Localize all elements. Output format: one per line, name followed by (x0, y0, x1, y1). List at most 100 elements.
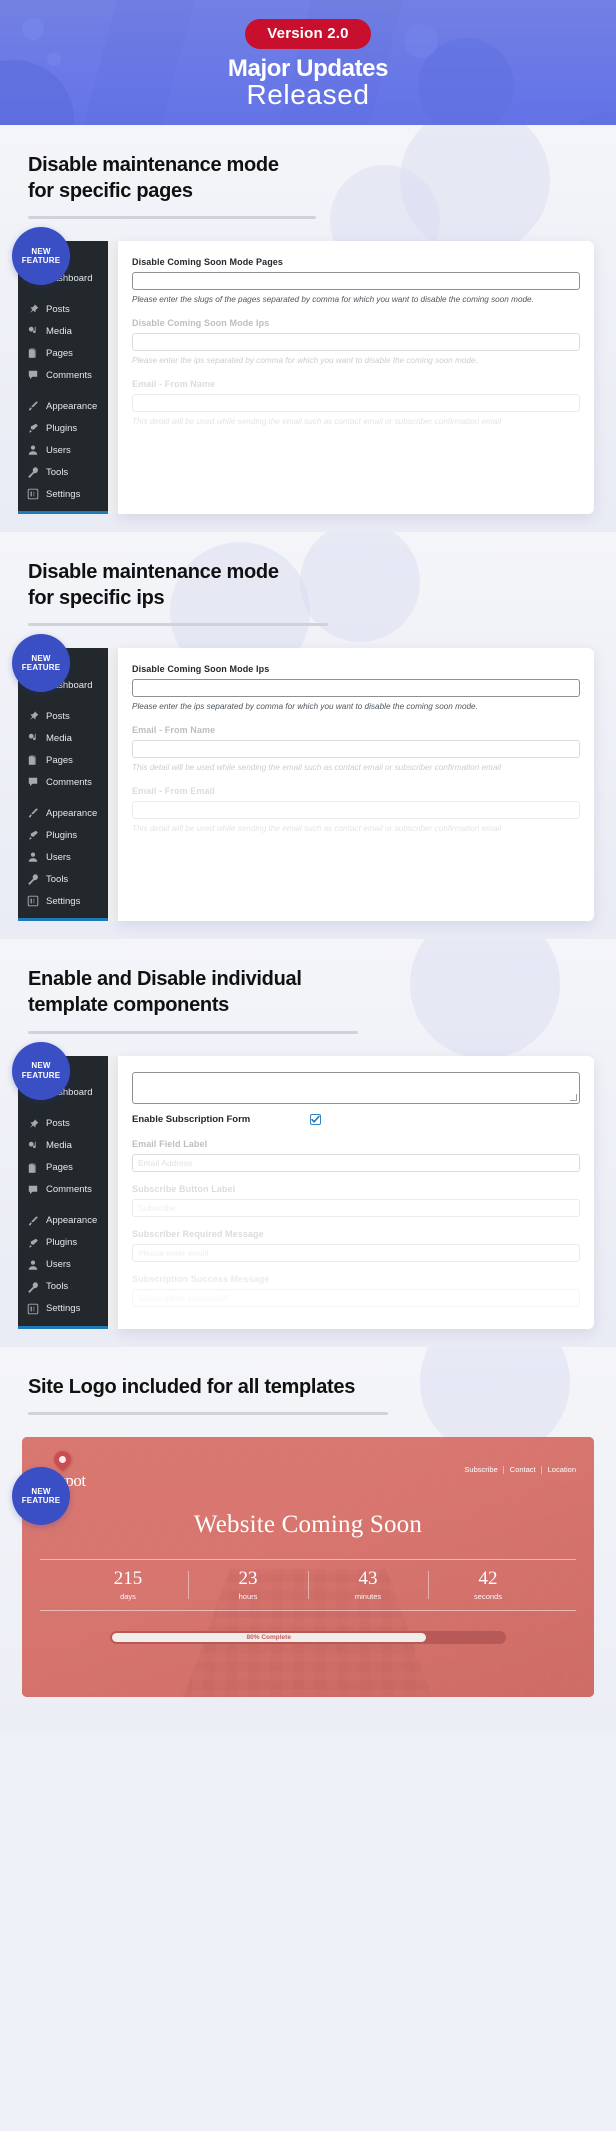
wordpress-admin-mock: NEW FEATURE Dashboard Posts Media Pages … (0, 1041, 616, 1329)
settings-panel: Disable Coming Soon Mode Pages Please en… (118, 241, 594, 515)
enable-subscription-form-checkbox[interactable] (310, 1113, 322, 1125)
sidebar-label: Pages (46, 347, 73, 359)
badge-line2: FEATURE (21, 256, 61, 266)
sidebar-item-settings[interactable]: Settings (18, 1298, 108, 1320)
enable-subscription-form-row[interactable]: Enable Subscription Form (132, 1113, 580, 1125)
title-underline (28, 1030, 358, 1034)
sidebar-item-tools[interactable]: Tools (18, 1276, 108, 1298)
countdown-unit-days: 215 days (68, 1568, 188, 1602)
sidebar-item-media[interactable]: Media (18, 320, 108, 342)
wp-content-area: Disable Coming Soon Mode Pages Please en… (108, 241, 594, 515)
sidebar-item-plugins[interactable]: Plugins (18, 824, 108, 846)
sidebar-item-tools[interactable]: Tools (18, 461, 108, 483)
field-label: Email - From Name (132, 725, 216, 736)
sidebar-item-plugins[interactable]: Plugins (18, 417, 108, 439)
sidebar-item-users[interactable]: Users (18, 846, 108, 868)
template-heading: Website Coming Soon (193, 1511, 423, 1539)
wp-content-area: Enable Subscription Form Email Field Lab… (108, 1055, 594, 1329)
user-icon (27, 444, 39, 456)
email-field-label-input[interactable]: Email Address (132, 1153, 580, 1172)
field-label: Subscribe Button Label (132, 1183, 236, 1194)
sidebar-item-tools[interactable]: Tools (18, 868, 108, 890)
logo-section: Site Logo included for all templates NEW… (0, 1346, 616, 1732)
progress-label: 80% Complete (246, 1634, 291, 1642)
sidebar-item-plugins[interactable]: Plugins (18, 1232, 108, 1254)
pages-input[interactable] (132, 272, 580, 291)
pages-icon (27, 347, 39, 359)
sidebar-item-posts[interactable]: Posts (18, 705, 108, 727)
field-label: Disable Coming Soon Mode Ips (132, 664, 270, 675)
content-textarea[interactable] (132, 1071, 580, 1104)
sidebar-item-settings[interactable]: Settings (18, 890, 108, 912)
sidebar-label: Settings (46, 488, 81, 500)
plugin-icon (27, 422, 39, 434)
nav-item-contact[interactable]: Contact (502, 1465, 536, 1475)
field-label: Email Field Label (132, 1138, 208, 1149)
progress-bar-track: 80% Complete (109, 1631, 507, 1645)
sidebar-item-users[interactable]: Users (18, 439, 108, 461)
sidebar-item-users[interactable]: Users (18, 1254, 108, 1276)
section-title-line1: Enable and Disable individual (28, 968, 302, 991)
newsletter-page: Version 2.0 Major Updates Released Disab… (0, 0, 616, 1732)
sidebar-label: Settings (46, 1303, 81, 1315)
section-title: Disable maintenance mode for specific ip… (28, 560, 588, 611)
feature-section-1: Disable maintenance mode for specific pa… (0, 125, 616, 533)
sidebar-item-comments[interactable]: Comments (18, 771, 108, 793)
countdown-value: 215 (113, 1568, 143, 1590)
sidebar-item-media[interactable]: Media (18, 1135, 108, 1157)
field-help: This detail will be used while sending t… (132, 824, 502, 834)
sidebar-item-media[interactable]: Media (18, 727, 108, 749)
field-group: Email - From Name This detail will be us… (132, 725, 580, 774)
title-underline (28, 216, 316, 220)
from-name-input[interactable] (132, 740, 580, 759)
hero-title-line1: Major Updates (227, 54, 389, 82)
brush-icon (27, 400, 39, 412)
ips-input[interactable] (132, 333, 580, 352)
nav-item-location[interactable]: Location (540, 1465, 576, 1475)
wp-gutter (108, 241, 118, 515)
subscriber-required-message-input[interactable]: Please enter email (132, 1243, 580, 1262)
from-name-input[interactable] (132, 393, 580, 412)
sidebar-label: Media (46, 1140, 72, 1152)
ips-input[interactable] (132, 679, 580, 698)
sidebar-item-comments[interactable]: Comments (18, 1179, 108, 1201)
brush-icon (27, 807, 39, 819)
countdown-label: days (120, 1592, 136, 1602)
field-help: Please enter the ips separated by comma … (132, 702, 478, 712)
sidebar-label: Comments (46, 776, 92, 788)
nav-item-subscribe[interactable]: Subscribe (464, 1465, 497, 1474)
sidebar-item-appearance[interactable]: Appearance (18, 1210, 108, 1232)
subscription-success-message-input[interactable]: Subscription successful! (132, 1288, 580, 1307)
wordpress-admin-mock: NEW FEATURE Dashboard Posts Media Pages … (0, 634, 616, 922)
sidebar-item-pages[interactable]: Pages (18, 1157, 108, 1179)
checkbox-label: Enable Subscription Form (132, 1113, 251, 1125)
settings-panel: Disable Coming Soon Mode Ips Please ente… (118, 648, 594, 922)
subscribe-button-label-input[interactable]: Subscribe (132, 1198, 580, 1217)
field-label: Subscription Success Message (132, 1273, 270, 1284)
wp-content-area: Disable Coming Soon Mode Ips Please ente… (108, 648, 594, 922)
sidebar-item-posts[interactable]: Posts (18, 298, 108, 320)
pages-icon (27, 754, 39, 766)
section-title-line2: template components (28, 993, 229, 1016)
sidebar-item-settings[interactable]: Settings (18, 483, 108, 505)
sidebar-item-posts[interactable]: Posts (18, 1113, 108, 1135)
sidebar-label: Plugins (46, 829, 78, 841)
sidebar-label: Comments (46, 369, 92, 381)
sidebar-item-appearance[interactable]: Appearance (18, 802, 108, 824)
sidebar-item-appearance[interactable]: Appearance (18, 395, 108, 417)
media-icon (27, 325, 39, 337)
comment-icon (27, 369, 39, 381)
wp-gutter (108, 1055, 118, 1329)
sidebar-item-pages[interactable]: Pages (18, 342, 108, 364)
sidebar-item-pages[interactable]: Pages (18, 749, 108, 771)
feature-section-3: Enable and Disable individual template c… (0, 939, 616, 1347)
section-title-line1: Disable maintenance mode (28, 561, 279, 584)
countdown-unit-hours: 23 hours (188, 1568, 308, 1601)
from-email-input[interactable] (132, 801, 580, 820)
countdown-timer: 215 days 23 hours 43 minutes 42 seconds (40, 1559, 576, 1612)
new-feature-badge: NEW FEATURE (12, 1467, 70, 1526)
countdown-label: minutes (354, 1592, 382, 1602)
sidebar-label: Pages (46, 1162, 73, 1174)
sidebar-item-comments[interactable]: Comments (18, 364, 108, 386)
media-icon (27, 732, 39, 744)
